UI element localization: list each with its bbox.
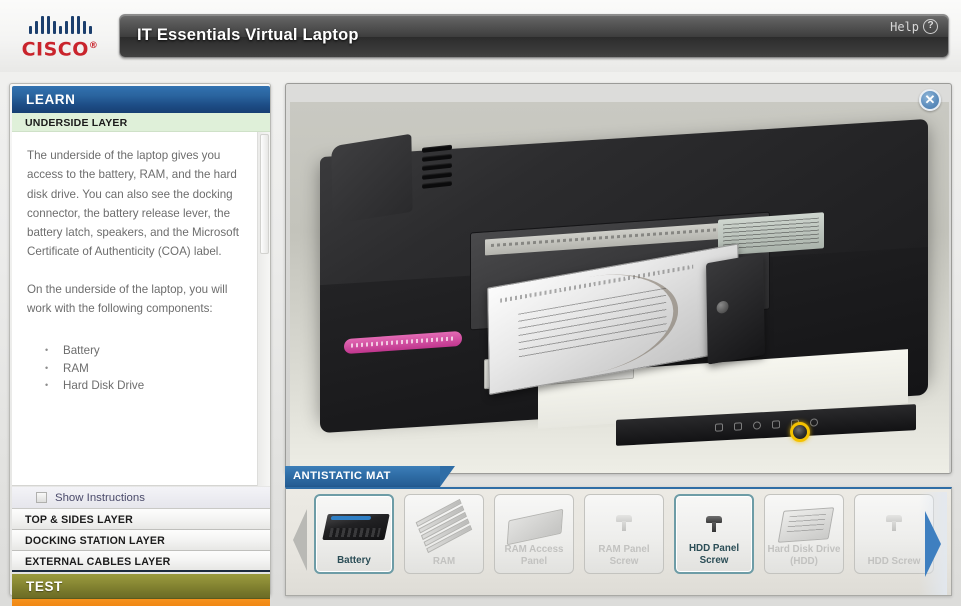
tray-item-label: RAM Access Panel [504,544,564,567]
tray-item-label: RAM [432,555,456,567]
indicator-icon [733,422,742,431]
battery-thumbnail [316,502,392,546]
tray-item-hdd-panel-screw[interactable]: HDD Panel Screw [674,494,754,574]
top-bar: CISCO® IT Essentials Virtual Laptop Help… [0,0,961,72]
tray-item-label: Battery [337,554,371,566]
component-list: Battery RAM Hard Disk Drive [27,342,243,395]
list-item: Hard Disk Drive [27,377,243,395]
chevron-right-icon[interactable] [919,492,947,595]
laptop-hinge-cover [331,133,413,225]
show-instructions-label: Show Instructions [55,491,145,504]
cisco-trademark: ® [88,41,99,51]
tray-item-label: HDD Screw [867,555,921,567]
viewer-stage: ✕ [285,83,952,474]
tray-item-label: HDD Panel Screw [688,543,740,566]
sidebar-item-top-and-sides-layer[interactable]: TOP & SIDES LAYER [12,509,270,530]
tray-item-label: Hard Disk Drive (HDD) [767,544,841,567]
indicator-icon [752,421,761,430]
help-label: Help [890,19,919,34]
tray-item-ram[interactable]: RAM [404,494,484,574]
sidebar-item-external-cables-layer[interactable]: EXTERNAL CABLES LAYER [12,551,270,572]
cisco-logo: CISCO® [14,14,106,60]
ram-thumbnail [405,498,483,554]
tray-item-battery[interactable]: Battery [314,494,394,574]
antistatic-mat-tab[interactable]: ANTISTATIC MAT [285,466,455,487]
laptop-underside-image[interactable] [298,116,938,466]
chevron-left-icon[interactable] [291,509,309,571]
indicator-icon [771,420,780,429]
docking-connector [344,330,462,355]
tray-item-hard-disk-drive[interactable]: Hard Disk Drive (HDD) [764,494,844,574]
description-scrollbar[interactable] [257,132,270,486]
description-paragraph-1: The underside of the laptop gives you ac… [27,149,240,259]
tray-item-ram-access-panel[interactable]: RAM Access Panel [494,494,574,574]
indicator-icon [809,418,818,427]
tray-items-scroller: Battery RAM RAM Access Panel RAM Panel S… [314,494,934,586]
scrollbar-thumb[interactable] [260,134,269,254]
description-panel: The underside of the laptop gives you ac… [12,132,270,486]
stage-canvas[interactable] [290,102,949,473]
title-plate: IT Essentials Virtual Laptop Help ? [119,14,949,58]
test-section-button[interactable]: TEST [12,574,270,599]
show-instructions-checkbox[interactable] [36,492,47,503]
hard-drive-arm-arc [529,261,680,385]
screw-thumbnail [676,502,752,546]
help-button[interactable]: Help ? [890,19,938,34]
tray-body: Battery RAM RAM Access Panel RAM Panel S… [285,487,952,596]
page-title: IT Essentials Virtual Laptop [137,26,359,44]
cisco-wordmark: CISCO® [14,35,106,60]
description-paragraph-2: On the underside of the laptop, you will… [27,282,228,316]
indicator-icon [714,423,723,432]
screw-thumbnail [585,501,663,545]
hdd-thumbnail [765,501,843,545]
description-content: The underside of the laptop gives you ac… [12,132,257,486]
hard-drive-connector-edge [705,253,765,365]
cisco-wordmark-text: CISCO [21,38,89,61]
laptop-vent [418,144,460,192]
sidebar-item-docking-station-layer[interactable]: DOCKING STATION LAYER [12,530,270,551]
close-icon[interactable]: ✕ [919,89,941,111]
hdd-screw-left-highlight[interactable] [790,422,810,442]
explore-section-button[interactable]: EXPLORE [12,599,270,606]
learn-section-header[interactable]: LEARN [12,86,270,113]
show-instructions-row[interactable]: Show Instructions [12,487,270,509]
question-mark-icon: ? [923,19,938,34]
ram-panel-thumbnail [495,501,573,546]
left-sidebar: LEARN UNDERSIDE LAYER The underside of t… [9,83,271,606]
tray-item-label: RAM Panel Screw [598,544,650,567]
component-tray: ANTISTATIC MAT Battery RAM RAM Access Pa… [285,466,952,596]
tray-item-ram-panel-screw[interactable]: RAM Panel Screw [584,494,664,574]
current-layer-label: UNDERSIDE LAYER [12,113,270,132]
list-item: RAM [27,360,243,378]
list-item: Battery [27,342,243,360]
cisco-bars-icon [14,14,106,34]
